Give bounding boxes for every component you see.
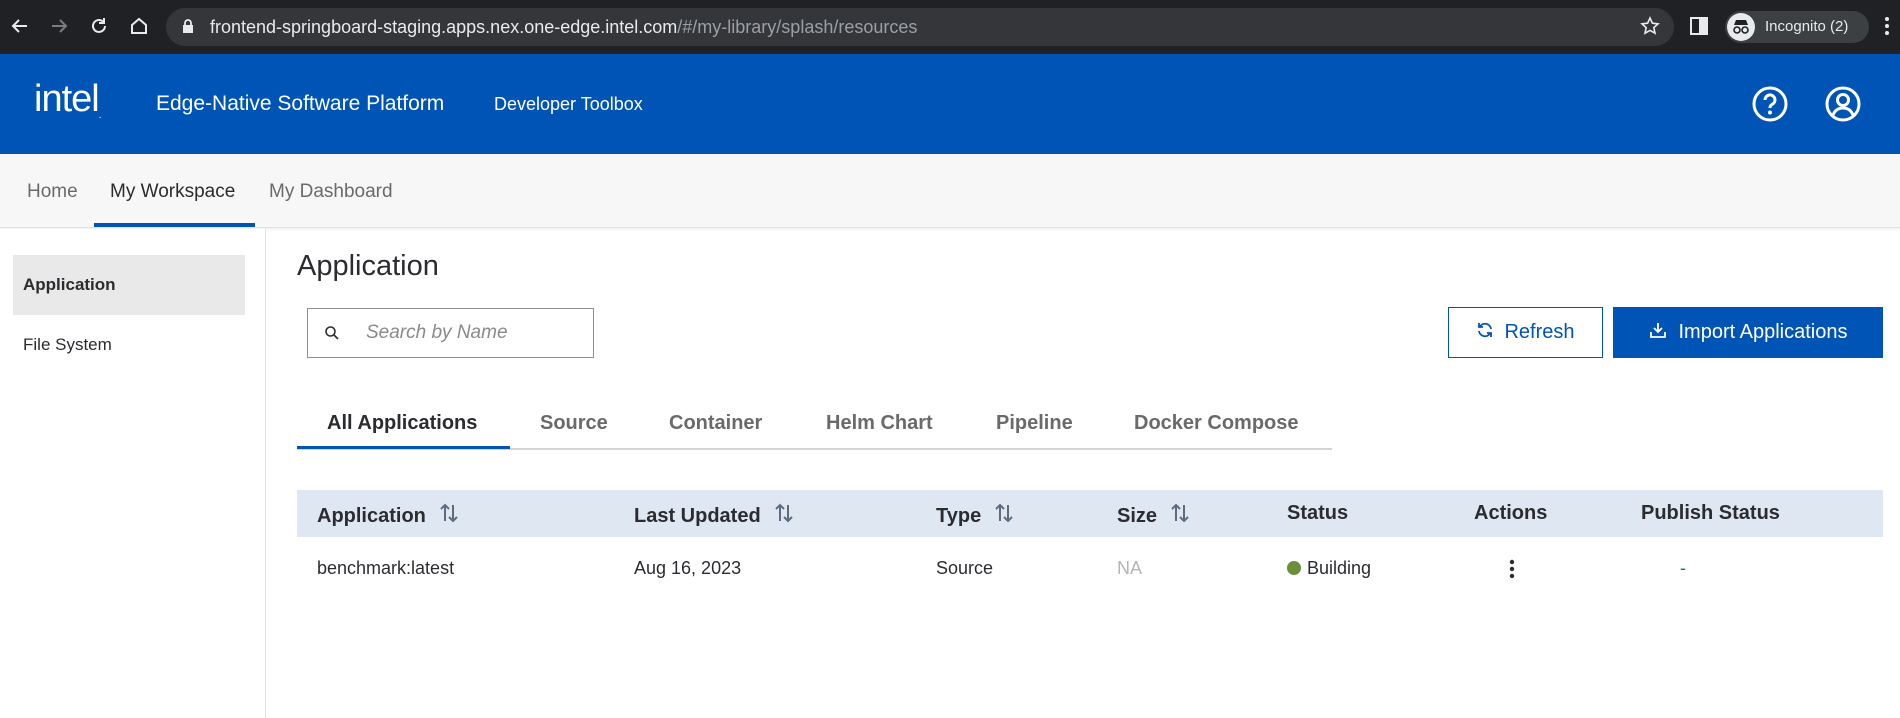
sort-icon[interactable] — [438, 502, 460, 530]
table-row[interactable]: benchmark:latest Aug 16, 2023 Source NA … — [297, 546, 1883, 594]
intel-logo[interactable]: intel. — [34, 78, 101, 121]
address-bar[interactable]: frontend-springboard-staging.apps.nex.on… — [166, 8, 1674, 46]
profile-label: Incognito (2) — [1765, 18, 1849, 35]
workspace-nav: Home My Workspace My Dashboard — [0, 154, 1900, 228]
platform-title[interactable]: Edge-Native Software Platform — [156, 92, 444, 116]
sidebar-item-file-system[interactable]: File System — [13, 315, 245, 375]
active-app-tab-indicator — [297, 446, 510, 449]
column-header-type[interactable]: Type — [936, 502, 1015, 530]
developer-toolbox-link[interactable]: Developer Toolbox — [494, 94, 643, 115]
help-icon[interactable] — [1751, 85, 1789, 128]
url-text: frontend-springboard-staging.apps.nex.on… — [210, 17, 918, 37]
download-icon — [1649, 321, 1667, 345]
nav-tab-my-dashboard[interactable]: My Dashboard — [269, 154, 393, 228]
refresh-button[interactable]: Refresh — [1448, 307, 1603, 358]
sidebar-item-application[interactable]: Application — [13, 255, 245, 315]
forward-icon[interactable] — [46, 13, 72, 39]
cell-type: Source — [936, 558, 994, 578]
browser-menu-icon[interactable] — [1884, 15, 1890, 42]
incognito-profile-button[interactable]: Incognito (2) — [1725, 11, 1869, 43]
column-header-actions: Actions — [1474, 502, 1548, 524]
incognito-icon — [1727, 13, 1755, 41]
home-icon[interactable] — [126, 13, 152, 39]
cell-size: NA — [1117, 558, 1143, 578]
cell-last-updated: Aug 16, 2023 — [634, 558, 742, 578]
row-actions-kebab-icon[interactable] — [1509, 559, 1515, 584]
column-header-last-updated[interactable]: Last Updated — [634, 502, 795, 530]
status-indicator — [1287, 561, 1301, 575]
tab-container[interactable]: Container — [669, 412, 762, 435]
status-label: Building — [1307, 558, 1372, 578]
column-header-application[interactable]: Application — [317, 502, 460, 530]
column-header-publish-status: Publish Status — [1641, 502, 1780, 524]
browser-toolbar: frontend-springboard-staging.apps.nex.on… — [0, 0, 1900, 54]
bookmark-star-icon[interactable] — [1640, 16, 1660, 41]
refresh-icon — [1476, 321, 1494, 345]
refresh-label: Refresh — [1504, 321, 1575, 343]
lock-icon[interactable] — [182, 19, 194, 39]
sort-icon[interactable] — [1169, 502, 1191, 530]
tab-all-applications[interactable]: All Applications — [327, 412, 477, 435]
column-header-size[interactable]: Size — [1117, 502, 1191, 530]
reload-icon[interactable] — [86, 13, 112, 39]
search-box[interactable] — [307, 308, 594, 358]
import-applications-button[interactable]: Import Applications — [1613, 307, 1883, 358]
nav-tab-home[interactable]: Home — [27, 154, 78, 228]
tab-docker-compose[interactable]: Docker Compose — [1134, 412, 1299, 435]
page-title: Application — [297, 250, 439, 282]
back-icon[interactable] — [7, 13, 33, 39]
import-label: Import Applications — [1678, 321, 1848, 343]
side-panel-icon[interactable] — [1689, 15, 1709, 42]
site-header: intel. Edge-Native Software Platform Dev… — [0, 54, 1900, 154]
user-account-icon[interactable] — [1824, 85, 1862, 128]
column-header-status: Status — [1287, 502, 1349, 524]
sidebar: Application File System — [0, 229, 266, 718]
nav-tab-my-workspace[interactable]: My Workspace — [110, 154, 235, 228]
tab-source[interactable]: Source — [540, 412, 608, 435]
application-type-tabs: All Applications Source Container Helm C… — [297, 400, 1332, 450]
tab-pipeline[interactable]: Pipeline — [996, 412, 1073, 435]
active-tab-indicator — [94, 223, 255, 227]
search-icon — [324, 325, 340, 346]
cell-publish-status[interactable]: - — [1680, 558, 1686, 579]
sort-icon[interactable] — [773, 502, 795, 530]
cell-application: benchmark:latest — [317, 558, 455, 578]
table-header: Application Last Updated Type Size Statu… — [297, 490, 1883, 537]
tab-helm-chart[interactable]: Helm Chart — [826, 412, 933, 435]
search-input[interactable] — [366, 319, 581, 347]
cell-status: Building — [1287, 558, 1371, 579]
sort-icon[interactable] — [993, 502, 1015, 530]
